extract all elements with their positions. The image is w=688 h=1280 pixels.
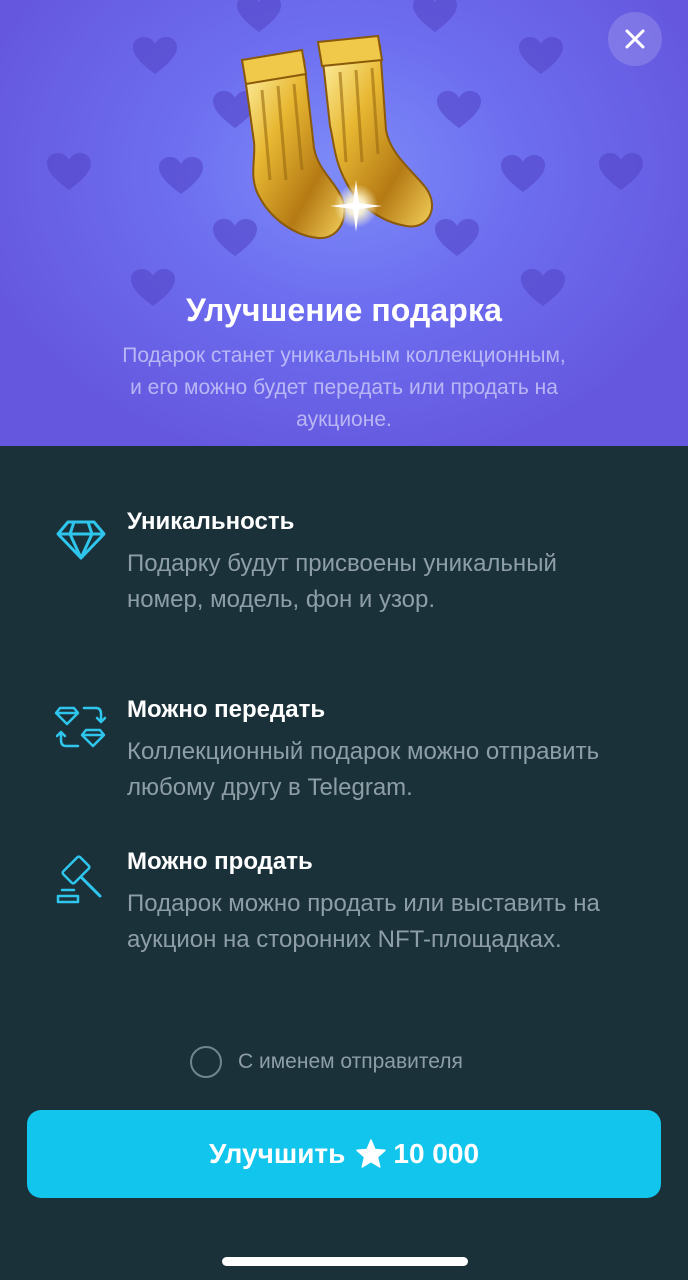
heart-icon: [236, 0, 282, 34]
feature-title: Можно передать: [127, 696, 326, 723]
close-button[interactable]: [608, 12, 662, 66]
heart-icon: [132, 36, 178, 76]
feature-text: Коллекционный подарок можно отправить лю…: [127, 738, 600, 801]
heart-icon: [46, 152, 92, 192]
golden-socks-icon: [222, 30, 458, 272]
home-indicator[interactable]: [222, 1257, 468, 1266]
auction-gavel-icon: [54, 852, 108, 906]
feature-title: Уникальность: [127, 508, 295, 535]
heart-icon: [412, 0, 458, 34]
diamond-icon: [54, 512, 108, 566]
heart-icon: [518, 36, 564, 76]
feature-text: Подарок можно продать или выставить на а…: [127, 890, 600, 953]
upgrade-price: 10 000: [393, 1138, 480, 1169]
sender-name-label: С именем отправителя: [238, 1050, 463, 1073]
feature-text: Подарку будут присвоены уникальный номер…: [127, 550, 557, 613]
star-icon: [355, 1138, 387, 1170]
upgrade-label: Улучшить: [208, 1138, 346, 1169]
gift-header: Улучшение подарка Подарок станет уникаль…: [0, 0, 688, 446]
heart-icon: [500, 154, 546, 194]
page-title: Улучшение подарка: [186, 292, 502, 328]
sender-name-option[interactable]: С именем отправителя: [190, 1046, 463, 1078]
sender-name-checkbox[interactable]: [190, 1046, 222, 1078]
feature-title: Можно продать: [127, 848, 313, 875]
heart-icon: [158, 156, 204, 196]
upgrade-button[interactable]: Улучшить 10 000: [27, 1110, 661, 1198]
transfer-icon: [54, 700, 108, 754]
heart-icon: [598, 152, 644, 192]
page-subtitle: Подарок станет уникальным коллекционным,…: [122, 344, 566, 431]
close-icon: [623, 27, 647, 51]
